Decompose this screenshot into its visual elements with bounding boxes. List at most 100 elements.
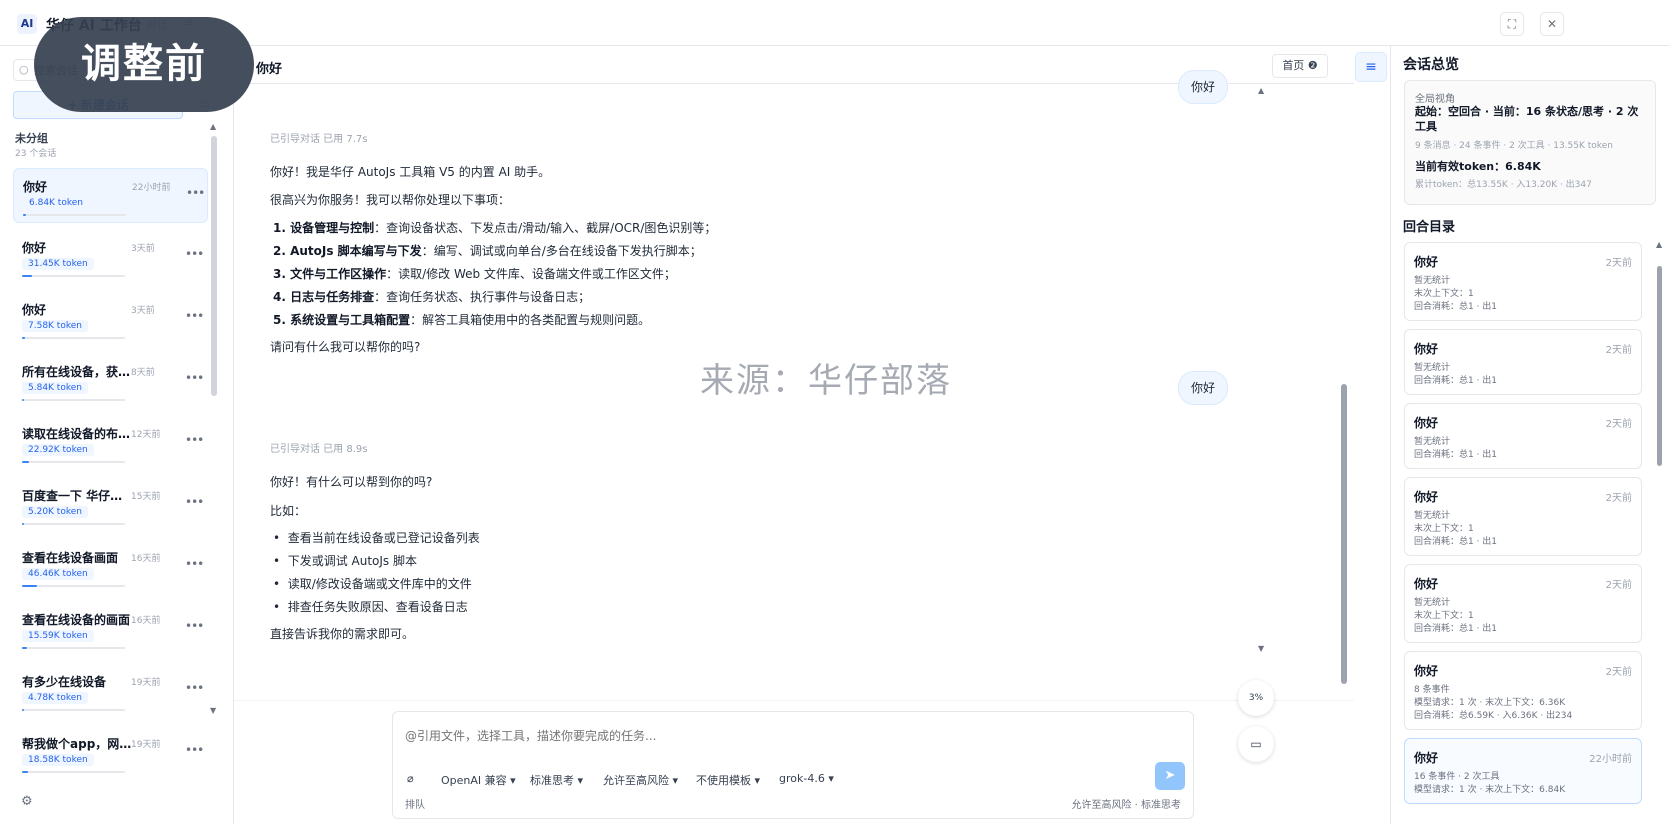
conversation-item[interactable]: 有多少在线设备 19天前 4.78K token ••• xyxy=(13,664,208,719)
conversation-item[interactable]: 百度查一下 华仔… 15天前 5.20K token ••• xyxy=(13,478,208,533)
overview-title: 会话总览 xyxy=(1403,57,1459,73)
conversation-item[interactable]: 你好 3天前 7.58K token ••• xyxy=(13,292,208,347)
list-item-text: ：读取/修改 Web 文件库、设备端文件或工作区文件； xyxy=(386,267,676,281)
conversation-time: 16天前 xyxy=(131,554,161,564)
chat-scroll-up-icon[interactable]: ▲ xyxy=(1258,86,1264,95)
turn-stat: 暂无统计 xyxy=(1414,276,1451,286)
turn-item[interactable]: 你好 2天前 暂无统计 末次上下文：1 回合消耗：总1 · 出1 xyxy=(1404,564,1642,643)
watermark: 来源：华仔部落 xyxy=(700,361,952,401)
turn-stat: 末次上下文：1 xyxy=(1414,289,1474,299)
chat-scroll-down-icon[interactable]: ▼ xyxy=(1258,644,1264,653)
token-badge: 18.58K token xyxy=(22,754,94,766)
monitor-icon[interactable]: ▭ xyxy=(1238,726,1274,762)
model-select[interactable]: grok-4.6 ▾ xyxy=(779,772,834,785)
more-icon[interactable]: ••• xyxy=(185,619,204,633)
chat-scrollbar[interactable] xyxy=(1341,384,1347,684)
list-item-text: ：解答工具箱使用中的各类配置与规则问题。 xyxy=(410,313,651,327)
group-title[interactable]: 未分组 xyxy=(15,130,48,146)
toc-title: 回合目录 xyxy=(1403,220,1456,235)
turn-stat: 回合消耗：总1 · 出1 xyxy=(1414,376,1498,386)
conversation-time: 22小时前 xyxy=(132,183,171,193)
token-badge: 31.45K token xyxy=(22,258,94,270)
template-select[interactable]: 不使用模板 ▾ xyxy=(696,772,760,788)
send-button[interactable]: ➤ xyxy=(1155,762,1185,790)
conversation-item[interactable]: 查看在线设备的画面 16天前 15.59K token ••• xyxy=(13,602,208,657)
settings-icon[interactable]: ⚙ xyxy=(21,794,33,809)
more-icon[interactable]: ••• xyxy=(185,557,204,571)
conversation-title: 查看在线设备的画面 xyxy=(22,613,131,627)
message-text: 比如： xyxy=(270,504,307,518)
turn-title: 你好 xyxy=(1414,664,1439,678)
more-icon[interactable]: ••• xyxy=(185,247,204,261)
rp-scroll-up-icon[interactable]: ▲ xyxy=(1656,240,1662,249)
risk-select[interactable]: 允许至高风险 ▾ xyxy=(603,772,678,788)
provider-select[interactable]: OpenAI 兼容 ▾ xyxy=(441,772,516,788)
top-bar: AI 华仔 AI 工作台 对话 ≡ ⛶ ✕ xyxy=(0,0,1669,46)
conversation-item[interactable]: 帮我做个app，网… 19天前 18.58K token ••• xyxy=(13,726,208,781)
more-icon[interactable]: ••• xyxy=(185,433,204,447)
panel-toggle-icon[interactable]: ≡ xyxy=(1355,52,1387,82)
composer: ⌀ OpenAI 兼容 ▾ 标准思考 ▾ 允许至高风险 ▾ 不使用模板 ▾ gr… xyxy=(392,711,1194,819)
scroll-up-icon[interactable]: ▲ xyxy=(210,122,216,131)
conversation-item[interactable]: 所有在线设备，获… 8天前 5.84K token ••• xyxy=(13,354,208,409)
message-input[interactable] xyxy=(405,727,1105,749)
list-item-text: ：编写、调试或向单台/多台在线设备下发执行脚本； xyxy=(421,244,702,258)
turn-item[interactable]: 你好 2天前 暂无统计 回合消耗：总1 · 出1 xyxy=(1404,329,1642,395)
turn-stat: 暂无统计 xyxy=(1414,511,1451,521)
home-button[interactable]: 首页 ❷ xyxy=(1272,54,1328,78)
conversation-item[interactable]: 查看在线设备画面 16天前 46.46K token ••• xyxy=(13,540,208,595)
list-item: 1. 设备管理与控制：查询设备状态、下发点击/滑动/输入、截屏/OCR/图色识别… xyxy=(273,220,716,236)
conversation-time: 12天前 xyxy=(131,430,161,440)
conversation-item[interactable]: 你好 22小时前 6.84K token ••• xyxy=(13,168,208,223)
turn-stat: 回合消耗：总1 · 出1 xyxy=(1414,302,1498,312)
turn-item[interactable]: 你好 2天前 8 条事件 模型请求：1 次 · 末次上下文：6.36K 回合消耗：总6.… xyxy=(1404,651,1642,730)
conversation-item[interactable]: 你好 3天前 31.45K token ••• xyxy=(13,230,208,285)
more-icon[interactable]: ••• xyxy=(185,371,204,385)
scope-label: 全局视角 xyxy=(1415,94,1455,105)
turn-item[interactable]: 你好 2天前 暂无统计 末次上下文：1 回合消耗：总1 · 出1 xyxy=(1404,242,1642,321)
more-icon[interactable]: ••• xyxy=(185,495,204,509)
token-bar xyxy=(22,647,125,649)
conversation-time: 16天前 xyxy=(131,616,161,626)
list-item-text: 下发或调试 AutoJs 脚本 xyxy=(287,554,418,568)
token-bar xyxy=(22,709,125,711)
bullet-icon: • xyxy=(273,531,288,545)
overlay-badge: 调整前 xyxy=(34,17,254,112)
context-progress[interactable]: 3% xyxy=(1238,680,1274,716)
turn-time: 2天前 xyxy=(1605,345,1632,356)
turn-time: 2天前 xyxy=(1605,580,1632,591)
sidebar: ○ + 新建会话 ▭ 未分组 23 个会话 ▲ ▼ 你好22小时前6.84K t… xyxy=(0,46,234,824)
more-icon[interactable]: ••• xyxy=(186,186,205,200)
token-bar xyxy=(23,214,126,216)
conversation-title: 百度查一下 华仔… xyxy=(22,489,123,503)
conversation-item[interactable]: 读取在线设备的布… 12天前 22.92K token ••• xyxy=(13,416,208,471)
turn-stat: 末次上下文：1 xyxy=(1414,524,1474,534)
turn-item[interactable]: 你好 2天前 暂无统计 回合消耗：总1 · 出1 xyxy=(1404,403,1642,469)
more-icon[interactable]: ••• xyxy=(185,743,204,757)
scroll-down-icon[interactable]: ▼ xyxy=(210,706,216,715)
conversation-time: 19天前 xyxy=(131,740,161,750)
conversation-time: 8天前 xyxy=(131,368,155,378)
effective-token: 当前有效token：6.84K xyxy=(1415,160,1541,173)
turn-stat: 末次上下文：1 xyxy=(1414,611,1474,621)
attach-icon[interactable]: ⌀ xyxy=(407,772,414,785)
fullscreen-icon[interactable]: ⛶ xyxy=(1500,12,1524,36)
sidebar-scrollbar[interactable] xyxy=(211,136,217,396)
turn-title: 你好 xyxy=(1414,342,1439,356)
list-item: 4. 日志与任务排查：查询任务状态、执行事件与设备日志； xyxy=(273,289,590,305)
composer-status: 允许至高风险 · 标准思考 xyxy=(1071,800,1181,811)
more-icon[interactable]: ••• xyxy=(185,681,204,695)
status-line: 起始：空回合 · 当前：16 条状态/思考 · 2 次工具 xyxy=(1415,105,1639,133)
bullet-icon: • xyxy=(273,600,288,614)
turn-item[interactable]: 你好 22小时前 16 条事件 · 2 次工具 模型请求：1 次 · 末次上下文：6.… xyxy=(1404,738,1642,804)
close-icon[interactable]: ✕ xyxy=(1540,12,1564,36)
more-icon[interactable]: ••• xyxy=(185,309,204,323)
turn-item[interactable]: 你好 2天前 暂无统计 末次上下文：1 回合消耗：总1 · 出1 xyxy=(1404,477,1642,556)
conversation-title: 你好 xyxy=(23,180,48,194)
chat-title: 你好 xyxy=(256,62,283,77)
composer-area: ⌀ OpenAI 兼容 ▾ 标准思考 ▾ 允许至高风险 ▾ 不使用模板 ▾ gr… xyxy=(234,680,1354,824)
conversation-title: 有多少在线设备 xyxy=(22,675,107,689)
right-panel-scrollbar[interactable] xyxy=(1657,266,1662,466)
list-item-text: 查看当前在线设备或已登记设备列表 xyxy=(287,531,480,545)
thinking-select[interactable]: 标准思考 ▾ xyxy=(530,772,583,788)
